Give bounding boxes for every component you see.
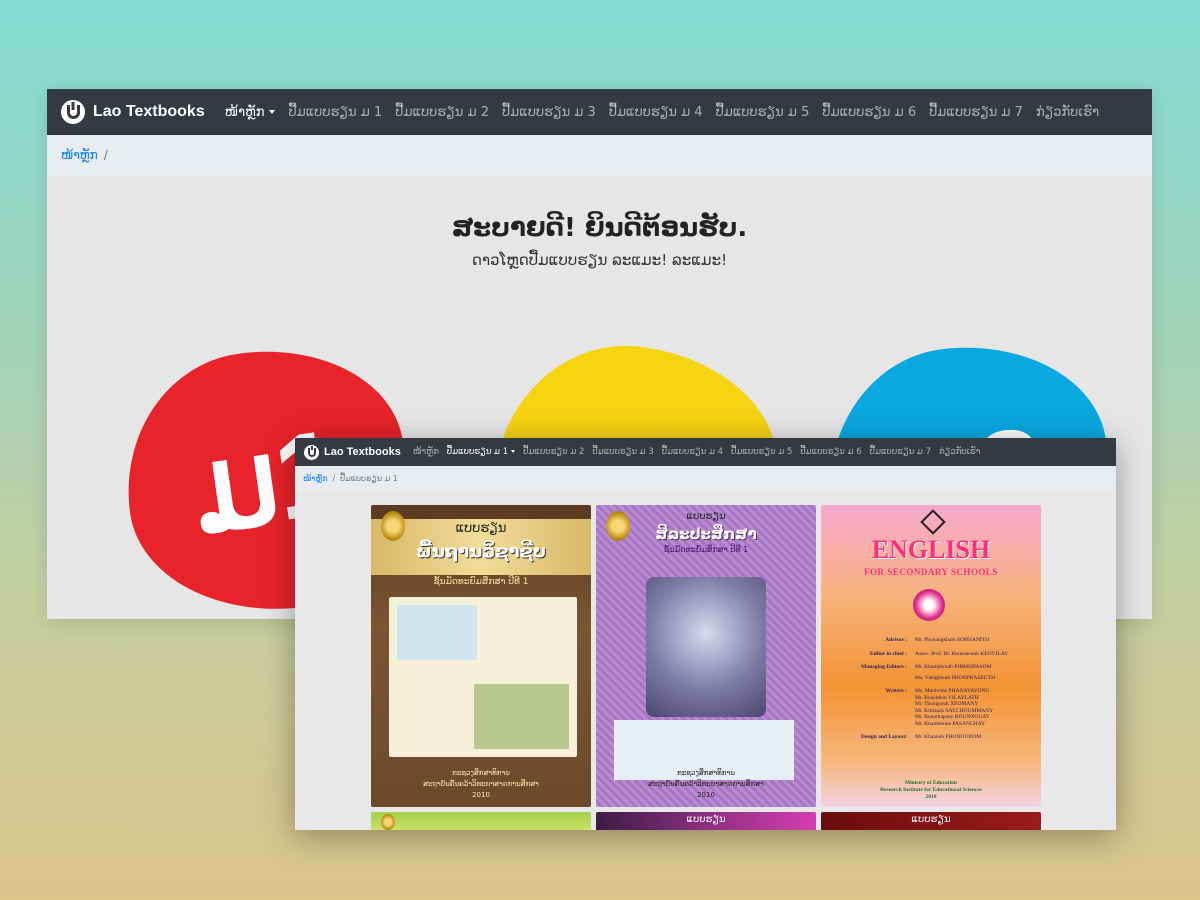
hero-subtitle: ດາວໂຫຼດປື້ມແບບຮຽນ ລະແມະ! ລະແມະ!	[471, 251, 728, 269]
credit-row: Managing Editors : Mr. Khamphouth PHIMSIP…	[861, 664, 996, 681]
nav-grade-7[interactable]: ປື້ມແບບຮຽນ ມ 7	[929, 105, 1023, 120]
nav-about[interactable]: ກ່ຽວກັບເຮົາ	[1036, 105, 1099, 120]
book-title: ສິລະປະສຶກສາ	[655, 525, 757, 543]
portrait-photo	[646, 577, 766, 717]
book-publisher: ກະຊວງສຶກສາທິການ ສະຖາບັນຄົ້ນຄວ້າວິທະຍາສາດ…	[596, 768, 816, 801]
book-title: ພື້ນຖານວິຊາຊີບ	[416, 541, 546, 562]
breadcrumb-separator: /	[103, 148, 108, 162]
nav-grade-1[interactable]: ປື້ມແບບຮຽນ ມ 1	[288, 105, 382, 120]
nav-home[interactable]: ໜ້າຫຼັກ	[225, 105, 276, 120]
logo-icon	[61, 100, 85, 124]
credit-row: Writers : Ms. Manivone PHAXAYAVONG Mr. B…	[885, 688, 994, 727]
book-year: 2010	[697, 791, 715, 799]
caret-down-icon	[269, 110, 276, 114]
book-subtitle: FOR SECONDARY SCHOOLS	[864, 567, 998, 577]
book-series: ແບບຮຽນ	[455, 521, 507, 536]
nav-grade-2[interactable]: ປື້ມແບບຮຽນ ມ 2	[523, 447, 584, 457]
ministry-seal-icon	[381, 814, 395, 830]
nav-grade-6[interactable]: ປື້ມແບບຮຽນ ມ 6	[800, 447, 861, 457]
nav-about[interactable]: ກ່ຽວກັບເຮົາ	[939, 447, 980, 457]
book-cover-vocational[interactable]: ແບບຮຽນ ພື້ນຖານວິຊາຊີບ ຊັ້ນມັດທະຍົມສຶກສາ …	[371, 505, 591, 807]
breadcrumb: ໜ້າຫຼັກ /	[47, 135, 1152, 175]
microscope-icon	[913, 589, 945, 621]
nav-grade-3[interactable]: ປື້ມແບບຮຽນ ມ 3	[592, 447, 653, 457]
nav-grade-4[interactable]: ປື້ມແບບຮຽນ ມ 4	[662, 447, 723, 457]
book-cover-english[interactable]: ENGLISH FOR SECONDARY SCHOOLS Advisor :M…	[821, 505, 1041, 807]
book-grade: ຊັ້ນມັດທະຍົມສຶກສາ ປີທີ 1	[433, 577, 529, 587]
hero-title: ສະບາຍດີ! ຍິນດີຕ້ອນຮັບ.	[451, 213, 748, 243]
book-publisher: Ministry of Education Research Institute…	[821, 780, 1041, 801]
book-title: ENGLISH	[871, 535, 991, 564]
nav-grade-1[interactable]: ປື້ມແບບຮຽນ ມ 1	[447, 447, 516, 457]
credit-row: Editor in chief : Assoc. Prof. Dr. Bounsa…	[869, 650, 1009, 657]
site-name: Lao Textbooks	[93, 103, 205, 120]
caret-down-icon	[511, 450, 516, 453]
nav-grade-2[interactable]: ປື້ມແບບຮຽນ ມ 2	[395, 105, 489, 120]
site-logo[interactable]: Lao Textbooks	[304, 444, 401, 460]
nav-home[interactable]: ໜ້າຫຼັກ	[413, 447, 439, 457]
book-year: 2010	[925, 794, 937, 800]
book-cover-arts[interactable]: ແບບຮຽນ ສິລະປະສຶກສາ ຊັ້ນມັດທະຍົມສຶກສາ ປີທ…	[596, 505, 816, 807]
book-cover-6[interactable]: ແບບຮຽນ	[821, 812, 1041, 830]
book-series: ແບບຮຽນ	[686, 511, 726, 522]
book-year: 2010	[472, 791, 490, 799]
nav-grade-5[interactable]: ປື້ມແບບຮຽນ ມ 5	[731, 447, 792, 457]
breadcrumb-home[interactable]: ໜ້າຫຼັກ	[303, 474, 327, 483]
nav-grade-5[interactable]: ປື້ມແບບຮຽນ ມ 5	[716, 105, 810, 120]
breadcrumb-current: ປື້ມແບບຮຽນ ມ 1	[340, 474, 398, 483]
book-grade: ຊັ້ນມັດທະຍົມສຶກສາ ປີທີ 1	[663, 545, 749, 554]
book-credits: Advisor : Mr. Phouangkham SOMSANITH Edito…	[833, 637, 1029, 748]
breadcrumb: ໜ້າຫຼັກ / ປື້ມແບບຮຽນ ມ 1	[295, 466, 1116, 491]
credit-row: Design and Layout: Mr. Khankeh PHONOUDOM	[860, 734, 982, 740]
nav-grade-7[interactable]: ປື້ມແບບຮຽນ ມ 7	[870, 447, 931, 457]
nav-grade-4[interactable]: ປື້ມແບບຮຽນ ມ 4	[609, 105, 703, 120]
credit-row: Advisor : Mr. Phouangkham SOMSANITH	[885, 637, 990, 643]
site-name: Lao Textbooks	[324, 446, 401, 458]
grade-1-window: Lao Textbooks ໜ້າຫຼັກ ປື້ມແບບຮຽນ ມ 1 ປື້…	[295, 438, 1116, 830]
site-logo[interactable]: Lao Textbooks	[61, 100, 205, 124]
nav-grade-3[interactable]: ປື້ມແບບຮຽນ ມ 3	[502, 105, 596, 120]
tools-illustration	[389, 597, 577, 757]
book-grid: ແບບຮຽນ ພື້ນຖານວິຊາຊີບ ຊັ້ນມັດທະຍົມສຶກສາ …	[371, 505, 1041, 830]
book-cover-5[interactable]: ແບບຮຽນ	[596, 812, 816, 830]
nav-grade-6[interactable]: ປື້ມແບບຮຽນ ມ 6	[822, 105, 916, 120]
book-cover-4[interactable]	[371, 812, 591, 830]
breadcrumb-home[interactable]: ໜ້າຫຼັກ	[61, 148, 98, 162]
book-publisher: ກະຊວງສຶກສາທິການ ສະຖາບັນຄົ້ນຄວ້າວິທະຍາສາດ…	[371, 768, 591, 801]
diamond-icon	[920, 509, 946, 535]
breadcrumb-separator: /	[332, 474, 336, 483]
navbar: Lao Textbooks ໜ້າຫຼັກ ປື້ມແບບຮຽນ ມ 1 ປື້…	[295, 438, 1116, 466]
logo-icon	[304, 444, 319, 460]
navbar: Lao Textbooks ໜ້າຫຼັກ ປື້ມແບບຮຽນ ມ 1 ປື້…	[47, 89, 1152, 135]
